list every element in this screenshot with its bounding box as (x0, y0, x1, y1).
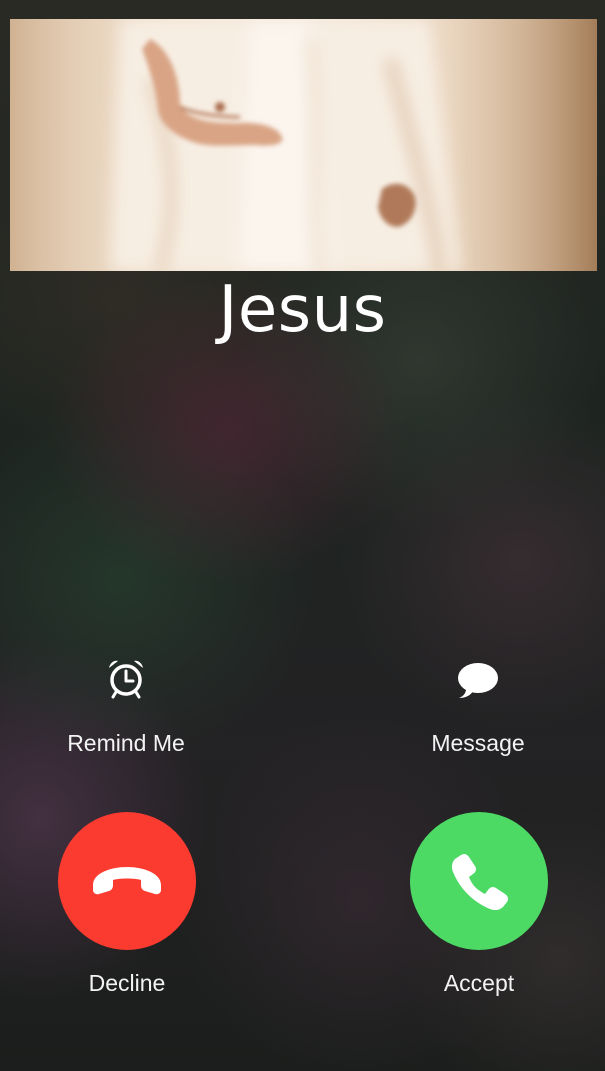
remind-me-button[interactable]: Remind Me (26, 652, 226, 762)
caller-photo (10, 19, 597, 271)
accept-label: Accept (443, 970, 515, 996)
caller-photo-image (10, 19, 597, 271)
speech-bubble-icon (456, 656, 500, 700)
accept-button[interactable] (410, 812, 548, 950)
message-label: Message (431, 730, 525, 756)
decline-label: Decline (88, 970, 166, 996)
phone-hangup-icon (87, 861, 167, 901)
decline-button[interactable] (58, 812, 196, 950)
message-button[interactable]: Message (378, 652, 578, 762)
remind-me-label: Remind Me (67, 730, 185, 756)
caller-name: Jesus (218, 273, 387, 347)
phone-icon (447, 849, 511, 913)
alarm-clock-icon (104, 656, 148, 700)
